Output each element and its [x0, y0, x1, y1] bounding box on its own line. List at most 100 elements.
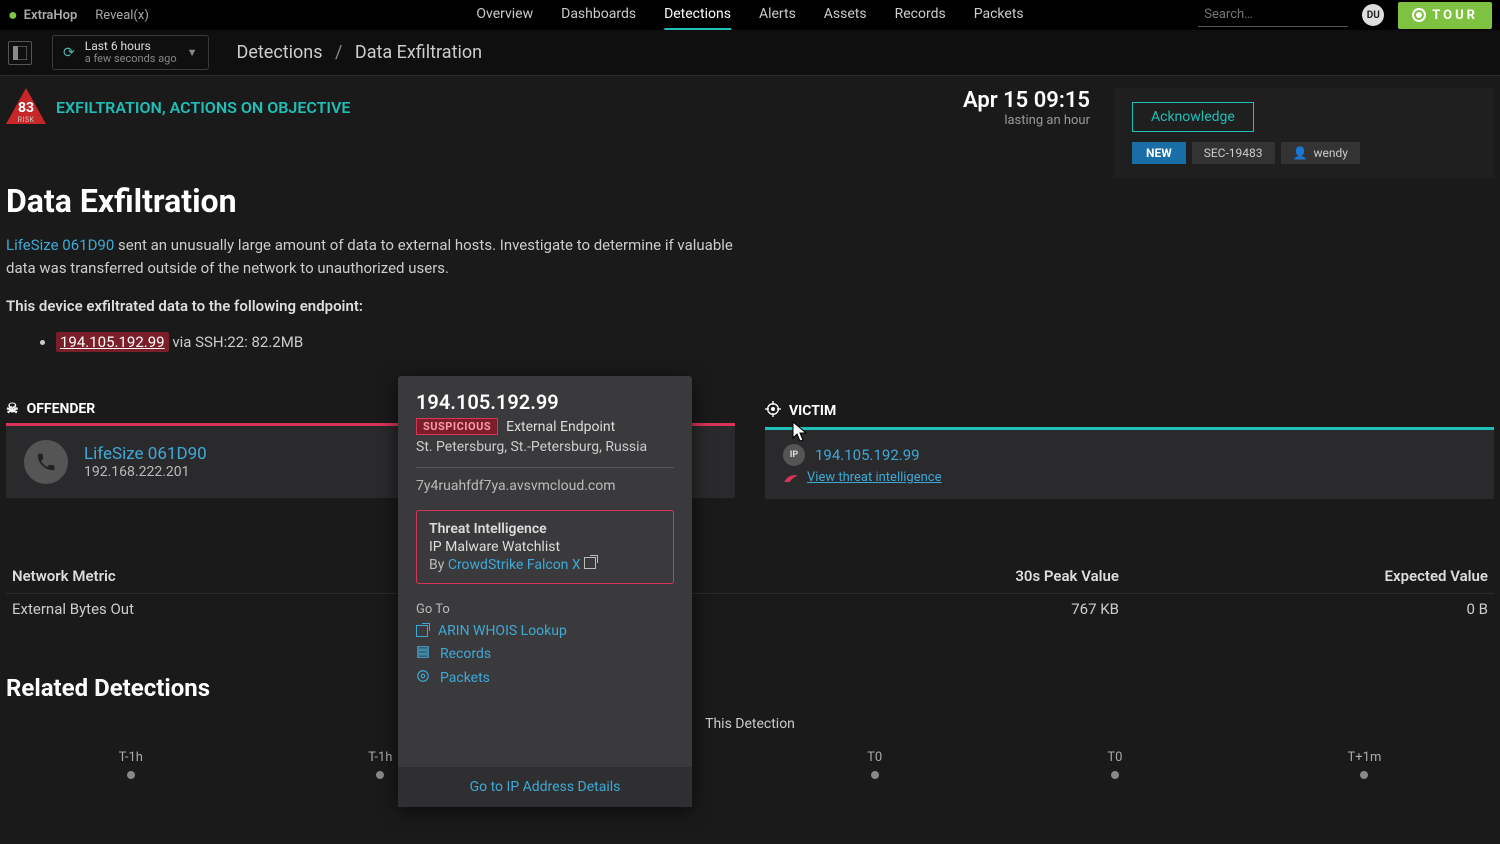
- threat-source-link[interactable]: CrowdStrike Falcon X: [448, 557, 581, 573]
- endpoint-list: 194.105.192.99 via SSH:22: 82.2MB: [36, 333, 1494, 351]
- victim-ip-link[interactable]: 194.105.192.99: [815, 446, 920, 464]
- search-input[interactable]: [1198, 3, 1348, 27]
- cell-expected: 0 B: [1119, 600, 1488, 618]
- records-link[interactable]: Records: [416, 645, 674, 663]
- skull-icon: ☠: [6, 401, 19, 417]
- ip-badge-icon: IP: [783, 444, 805, 466]
- threat-box-title: Threat Intelligence: [429, 521, 661, 537]
- risk-triangle: 83 RISK: [6, 88, 46, 124]
- popup-endpoint-type: External Endpoint: [506, 419, 615, 435]
- crowdstrike-icon: [783, 472, 799, 484]
- status-badge-new[interactable]: NEW: [1132, 142, 1186, 164]
- records-icon: [416, 645, 430, 663]
- related-detections-heading: Related Detections: [6, 674, 1494, 702]
- device-link[interactable]: LifeSize 061D90: [6, 236, 114, 254]
- packets-label: Packets: [440, 670, 490, 686]
- breadcrumb-separator: /: [335, 42, 342, 63]
- timeline-item[interactable]: T-1h: [119, 750, 143, 779]
- view-threat-intelligence-link[interactable]: View threat intelligence: [783, 470, 942, 485]
- description-rest: sent an unusually large amount of data t…: [6, 236, 733, 277]
- threat-box-by: By CrowdStrike Falcon X: [429, 557, 661, 573]
- timeline-item[interactable]: T0: [867, 750, 882, 779]
- arin-whois-link[interactable]: ARIN WHOIS Lookup: [416, 623, 674, 639]
- threat-box-sub: IP Malware Watchlist: [429, 539, 661, 555]
- nav-tab-records[interactable]: Records: [895, 0, 946, 30]
- popup-status-row: SUSPICIOUS External Endpoint: [416, 418, 674, 435]
- arin-label: ARIN WHOIS Lookup: [438, 623, 567, 639]
- compass-icon: [1412, 8, 1426, 22]
- nav-tab-packets[interactable]: Packets: [974, 0, 1024, 30]
- ticket-badge[interactable]: SEC-19483: [1192, 142, 1275, 164]
- endpoint-item: 194.105.192.99 via SSH:22: 82.2MB: [56, 333, 1494, 351]
- party-row: ☠ OFFENDER LifeSize 061D90 192.168.222.2…: [6, 401, 1494, 499]
- brand-name: ExtraHop: [24, 8, 78, 23]
- assignee-name: wendy: [1313, 146, 1347, 160]
- timeline-item[interactable]: T-1h: [368, 750, 392, 779]
- victim-card[interactable]: IP 194.105.192.99 View threat intelligen…: [765, 427, 1494, 499]
- ip-details-popup: 194.105.192.99 SUSPICIOUS External Endpo…: [398, 376, 692, 807]
- threat-by-prefix: By: [429, 557, 448, 573]
- victim-label: VICTIM: [789, 403, 836, 419]
- victim-header: VICTIM: [765, 401, 1494, 421]
- offender-ip: 192.168.222.201: [84, 464, 207, 480]
- target-icon: [765, 401, 781, 421]
- acknowledge-button[interactable]: Acknowledge: [1132, 102, 1254, 132]
- nav-tab-overview[interactable]: Overview: [476, 0, 533, 30]
- nav-tab-detections[interactable]: Detections: [664, 0, 731, 30]
- packets-icon: [416, 669, 430, 687]
- nav-tabs: Overview Dashboards Detections Alerts As…: [476, 0, 1023, 30]
- col-header-peak: 30s Peak Value: [750, 567, 1119, 585]
- breadcrumb-current: Data Exfiltration: [355, 42, 482, 63]
- actions-block: Acknowledge NEW SEC-19483 👤 wendy: [1114, 88, 1494, 178]
- detection-description: LifeSize 061D90 sent an unusually large …: [6, 234, 746, 279]
- breadcrumb-parent[interactable]: Detections: [237, 42, 323, 63]
- status-row: NEW SEC-19483 👤 wendy: [1132, 142, 1476, 164]
- content: 83 RISK EXFILTRATION, ACTIONS ON OBJECTI…: [0, 76, 1500, 791]
- packets-link[interactable]: Packets: [416, 669, 674, 687]
- detection-duration: lasting an hour: [963, 113, 1090, 128]
- sub-bar: ⟳ Last 6 hours a few seconds ago ▼ Detec…: [0, 30, 1500, 76]
- endpoint-ip-link[interactable]: 194.105.192.99: [56, 332, 169, 352]
- timeline-dot-icon: [871, 771, 879, 779]
- metrics-data-row: External Bytes Out 767 KB 0 B: [6, 594, 1494, 624]
- external-link-icon: [584, 557, 596, 569]
- risk-label: RISK: [6, 116, 46, 124]
- metrics-header-row: Network Metric 30s Peak Value Expected V…: [6, 559, 1494, 594]
- breadcrumb: Detections / Data Exfiltration: [237, 42, 483, 63]
- detection-timestamp: Apr 15 09:15: [963, 88, 1090, 113]
- nav-tab-alerts[interactable]: Alerts: [759, 0, 796, 30]
- risk-score: 83: [6, 100, 46, 116]
- timeline-dot-icon: [1111, 771, 1119, 779]
- popup-ip: 194.105.192.99: [416, 390, 674, 414]
- timeline-dot-icon: [127, 771, 135, 779]
- top-nav: ● ExtraHop Reveal(x) Overview Dashboards…: [0, 0, 1500, 30]
- user-icon: 👤: [1293, 146, 1308, 160]
- timeline-item[interactable]: T0: [1107, 750, 1122, 779]
- panel-toggle-icon[interactable]: [8, 41, 32, 65]
- cell-peak: 767 KB: [750, 600, 1119, 618]
- offender-info: LifeSize 061D90 192.168.222.201: [84, 444, 207, 480]
- brand-product: Reveal(x): [95, 8, 149, 23]
- detection-title: Data Exfiltration: [6, 182, 1494, 220]
- metrics-table: Network Metric 30s Peak Value Expected V…: [6, 559, 1494, 624]
- timeline-item[interactable]: T+1m: [1348, 750, 1382, 779]
- nav-tab-dashboards[interactable]: Dashboards: [561, 0, 636, 30]
- offender-label: OFFENDER: [27, 401, 96, 417]
- popup-footer-link[interactable]: Go to IP Address Details: [398, 767, 692, 807]
- assignee-badge[interactable]: 👤 wendy: [1281, 142, 1360, 164]
- tour-label: TOUR: [1432, 8, 1478, 23]
- detection-category: EXFILTRATION, ACTIONS ON OBJECTIVE: [56, 98, 350, 117]
- nav-tab-assets[interactable]: Assets: [824, 0, 867, 30]
- victim-info: IP 194.105.192.99 View threat intelligen…: [783, 444, 942, 485]
- goto-label: Go To: [416, 602, 674, 617]
- col-header-expected: Expected Value: [1119, 567, 1488, 585]
- tour-button[interactable]: TOUR: [1398, 2, 1492, 29]
- chevron-down-icon: ▼: [187, 46, 198, 59]
- this-detection-label: This Detection: [6, 716, 1494, 732]
- user-avatar[interactable]: DU: [1362, 4, 1384, 26]
- time-range-selector[interactable]: ⟳ Last 6 hours a few seconds ago ▼: [52, 35, 209, 70]
- offender-name-link[interactable]: LifeSize 061D90: [84, 444, 207, 464]
- timeline-dot-icon: [1360, 771, 1368, 779]
- timeline-dot-icon: [376, 771, 384, 779]
- brand: ● ExtraHop Reveal(x): [8, 5, 149, 25]
